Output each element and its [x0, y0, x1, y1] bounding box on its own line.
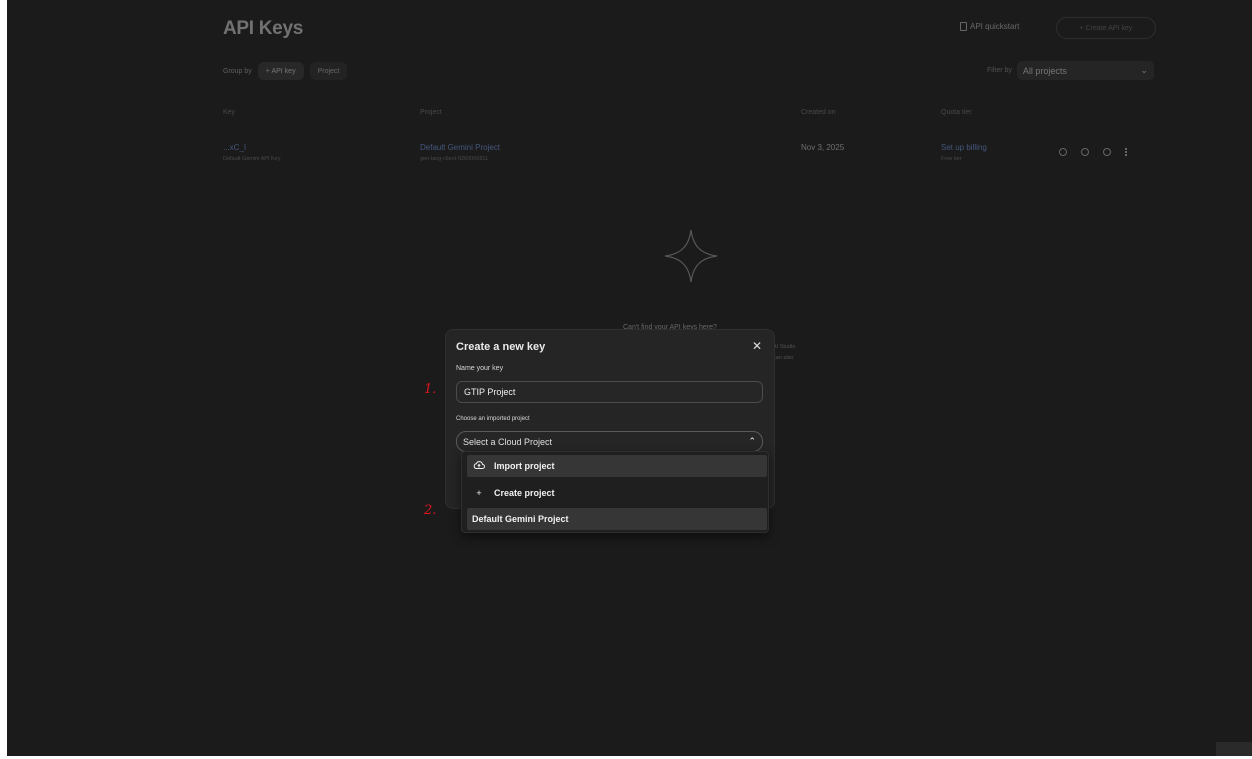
import-project-label: Import project [494, 461, 555, 471]
close-icon[interactable]: ✕ [752, 340, 762, 352]
annotation-1: 1. [424, 382, 437, 397]
dialog-title: Create a new key [456, 341, 546, 353]
project-select-placeholder: Select a Cloud Project [463, 436, 553, 447]
header-key: Key [223, 109, 236, 116]
api-quickstart-link[interactable]: API quickstart [960, 22, 1019, 31]
project-id: gen-lang-client-0260000811 [420, 156, 489, 162]
chevron-down-icon: ⌄ [1140, 65, 1148, 75]
cloud-upload-icon [472, 460, 486, 472]
empty-state-line-1: AI Studio. [773, 344, 797, 350]
sparkle-icon [664, 229, 718, 283]
header-project: Project [420, 109, 442, 116]
page-title: API Keys [223, 18, 303, 39]
chart-icon[interactable] [1103, 148, 1111, 156]
group-by-bar: Group by + API key Project [223, 62, 348, 80]
document-icon [960, 22, 967, 31]
created-date: Nov 3, 2025 [801, 143, 845, 152]
header-quota: Quota tier [941, 109, 972, 116]
info-icon[interactable] [1081, 148, 1089, 156]
key-cell: ...xC_I Default Gemini API Key [223, 143, 280, 162]
group-by-project-chip[interactable]: Project [309, 62, 348, 80]
copy-icon[interactable] [1059, 148, 1067, 156]
filter-select[interactable]: All projects ⌄ [1016, 61, 1154, 80]
annotation-2: 2. [424, 503, 437, 518]
empty-state-line-2: can also [773, 355, 794, 361]
default-gemini-project-option[interactable]: Default Gemini Project [467, 508, 767, 530]
project-cell: Default Gemini Project gen-lang-client-0… [420, 143, 500, 162]
more-vert-icon[interactable] [1125, 148, 1127, 156]
plus-icon: + [476, 488, 482, 498]
created-cell: Nov 3, 2025 [801, 143, 844, 152]
cloud-project-select[interactable]: Select a Cloud Project ⌃ [456, 431, 763, 452]
create-project-label: Create project [494, 488, 555, 498]
create-api-key-button[interactable]: + Create API key [1056, 17, 1156, 39]
chevron-up-icon: ⌃ [748, 436, 756, 446]
name-key-label: Name your key [456, 365, 504, 372]
project-link[interactable]: Default Gemini Project [420, 143, 500, 152]
project-label: Choose an imported project [456, 416, 530, 422]
api-quickstart-label: API quickstart [970, 22, 1020, 31]
set-up-billing-link[interactable]: Set up billing [941, 143, 987, 152]
group-by-api-key-chip[interactable]: + API key [257, 62, 304, 80]
default-project-label: Default Gemini Project [472, 514, 569, 524]
group-by-label: Group by [223, 67, 252, 75]
corner-block [1216, 742, 1252, 756]
filter-bar: Filter by All projects ⌄ [987, 61, 1154, 80]
key-name: Default Gemini API Key [223, 156, 281, 162]
row-actions [1059, 148, 1127, 156]
project-dropdown: Import project + Create project Default … [461, 451, 769, 533]
key-link[interactable]: ...xC_I [223, 143, 280, 152]
quota-cell: Set up billing Free tier [941, 143, 987, 162]
quota-tier: Free tier [941, 156, 962, 162]
filter-label: Filter by [987, 67, 1012, 74]
import-project-option[interactable]: Import project [467, 455, 767, 477]
filter-value: All projects [1022, 65, 1067, 76]
create-project-option[interactable]: + Create project [467, 482, 767, 504]
header-created: Created on [801, 109, 836, 116]
key-name-input[interactable] [456, 381, 763, 403]
